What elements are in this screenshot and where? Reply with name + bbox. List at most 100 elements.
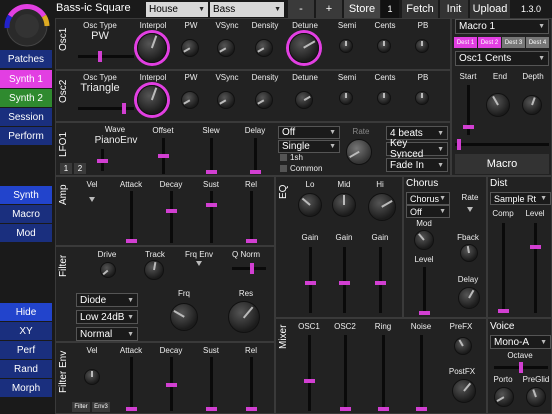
filter-frq-knob[interactable] xyxy=(170,303,198,331)
init-button[interactable]: Init xyxy=(440,0,468,18)
amp-rel-slider[interactable] xyxy=(246,191,257,243)
chorus-type-select[interactable]: Chorus ▼ xyxy=(406,192,450,205)
chorus-level-slider[interactable] xyxy=(419,267,430,315)
preset-name[interactable]: Bass-ic Square xyxy=(56,2,144,16)
osc2-pb-knob[interactable] xyxy=(415,91,429,105)
category-select[interactable]: House ▼ xyxy=(146,2,208,17)
store-button[interactable]: Store xyxy=(344,0,380,18)
osc2-type-slider[interactable] xyxy=(78,103,134,114)
osc1-interpol-knob[interactable] xyxy=(137,33,167,63)
nav-perf[interactable]: Perf xyxy=(0,341,52,359)
osc2-interpol-knob[interactable] xyxy=(137,85,167,115)
lfo1-common-checkbox[interactable] xyxy=(280,165,287,172)
lfo1-fade-select[interactable]: Fade In ▼ xyxy=(386,158,448,172)
mixer-osc1-slider[interactable] xyxy=(304,335,315,411)
macro-start-slider[interactable] xyxy=(463,85,474,135)
nav-synth1[interactable]: Synth 1 xyxy=(0,70,52,88)
osc1-semi-knob[interactable] xyxy=(339,39,353,53)
fenv-decay-slider[interactable] xyxy=(166,357,177,411)
macro-dest-4[interactable]: Dest 4 xyxy=(526,37,549,48)
macro-main-slider[interactable] xyxy=(455,139,549,150)
amp-vel-indicator[interactable] xyxy=(89,197,95,202)
fenv-tab-filter[interactable]: Filter xyxy=(72,402,90,412)
osc1-pw-knob[interactable] xyxy=(181,39,199,57)
lfo1-wave-slider[interactable] xyxy=(97,149,108,171)
nav-mod[interactable]: Mod xyxy=(0,224,52,242)
slot-number[interactable]: 1 xyxy=(381,0,399,18)
filter-slope-select[interactable]: Low 24dB ▼ xyxy=(76,310,138,324)
chorus-delay-knob[interactable] xyxy=(458,287,480,309)
mixer-osc2-slider[interactable] xyxy=(340,335,351,411)
voice-octave-slider[interactable] xyxy=(494,362,548,373)
eq-lo-gain-slider[interactable] xyxy=(305,247,316,313)
chorus-state-select[interactable]: Off ▼ xyxy=(406,205,450,218)
macro-button[interactable]: Macro xyxy=(455,154,549,174)
filter-type-select[interactable]: Diode ▼ xyxy=(76,293,138,307)
nav-morph[interactable]: Morph xyxy=(0,379,52,397)
lfo1-mode-select[interactable]: Off ▼ xyxy=(278,126,340,139)
lfo1-slew-slider[interactable] xyxy=(206,138,217,174)
voice-mode-select[interactable]: Mono-A ▼ xyxy=(490,335,551,349)
filter-res-knob[interactable] xyxy=(228,301,260,333)
osc2-type-value[interactable]: Triangle xyxy=(72,82,128,94)
lfo1-offset-slider[interactable] xyxy=(158,138,169,174)
fenv-tab-env3[interactable]: Env3 xyxy=(92,402,110,412)
filter-frqenv-indicator[interactable] xyxy=(196,261,202,266)
mixer-ring-slider[interactable] xyxy=(378,335,389,411)
nav-macro[interactable]: Macro xyxy=(0,205,52,223)
nav-xy[interactable]: XY xyxy=(0,322,52,340)
osc1-detune-knob[interactable] xyxy=(289,33,319,63)
macro-target-select[interactable]: Osc1 Cents ▼ xyxy=(455,51,549,66)
filter-qnorm-slider[interactable] xyxy=(232,263,266,274)
lfo1-wave-value[interactable]: PianoEnv xyxy=(86,135,146,146)
lfo1-rate-knob[interactable] xyxy=(346,139,372,165)
voice-porto-knob[interactable] xyxy=(494,387,514,407)
osc2-detune-knob[interactable] xyxy=(295,91,313,109)
chorus-mod-knob[interactable] xyxy=(414,230,434,250)
lfo1-oneshot-checkbox[interactable] xyxy=(280,154,287,161)
next-button[interactable]: + xyxy=(316,0,342,18)
osc2-vsync-knob[interactable] xyxy=(217,91,235,109)
osc1-type-slider[interactable] xyxy=(78,51,134,62)
osc1-density-knob[interactable] xyxy=(255,39,273,57)
filter-mode-select[interactable]: Normal ▼ xyxy=(76,327,138,341)
fetch-button[interactable]: Fetch xyxy=(402,0,438,18)
nav-session[interactable]: Session xyxy=(0,108,52,126)
osc1-cents-knob[interactable] xyxy=(377,39,391,53)
osc1-vsync-knob[interactable] xyxy=(217,39,235,57)
amp-sust-slider[interactable] xyxy=(206,191,217,243)
dist-comp-slider[interactable] xyxy=(498,223,509,313)
fenv-rel-slider[interactable] xyxy=(246,357,257,411)
macro-select[interactable]: Macro 1 ▼ xyxy=(455,19,549,34)
mixer-postfx-knob[interactable] xyxy=(452,379,476,403)
nav-hide[interactable]: Hide xyxy=(0,303,52,321)
dist-level-slider[interactable] xyxy=(530,223,541,313)
nav-synth2[interactable]: Synth 2 xyxy=(0,89,52,107)
fenv-vel-knob[interactable] xyxy=(84,369,100,385)
amp-attack-slider[interactable] xyxy=(126,191,137,243)
chorus-rate-indicator[interactable] xyxy=(467,207,473,212)
mixer-prefx-knob[interactable] xyxy=(454,337,472,355)
lfo1-trigger-select[interactable]: Single ▼ xyxy=(278,140,340,153)
filter-drive-knob[interactable] xyxy=(100,262,116,278)
osc1-pb-knob[interactable] xyxy=(415,39,429,53)
mixer-noise-slider[interactable] xyxy=(416,335,427,411)
macro-dest-2[interactable]: Dest 2 xyxy=(478,37,501,48)
eq-mid-gain-slider[interactable] xyxy=(339,247,350,313)
nav-patches[interactable]: Patches xyxy=(0,50,52,68)
dist-type-select[interactable]: Sample Rt ▼ xyxy=(490,192,551,205)
nav-synth[interactable]: Synth xyxy=(0,186,52,204)
fenv-attack-slider[interactable] xyxy=(126,357,137,411)
macro-dest-1[interactable]: Dest 1 xyxy=(454,37,477,48)
prev-button[interactable]: - xyxy=(288,0,314,18)
macro-end-knob[interactable] xyxy=(486,93,510,117)
nav-perform[interactable]: Perform xyxy=(0,127,52,145)
chorus-fback-knob[interactable] xyxy=(460,244,478,262)
voice-preglid-knob[interactable] xyxy=(526,387,546,407)
lfo1-sync-select[interactable]: Key Synced ▼ xyxy=(386,138,448,160)
amp-decay-slider[interactable] xyxy=(166,191,177,243)
fenv-sust-slider[interactable] xyxy=(206,357,217,411)
subcategory-select[interactable]: Bass ▼ xyxy=(210,2,284,17)
osc2-semi-knob[interactable] xyxy=(339,91,353,105)
osc2-cents-knob[interactable] xyxy=(377,91,391,105)
